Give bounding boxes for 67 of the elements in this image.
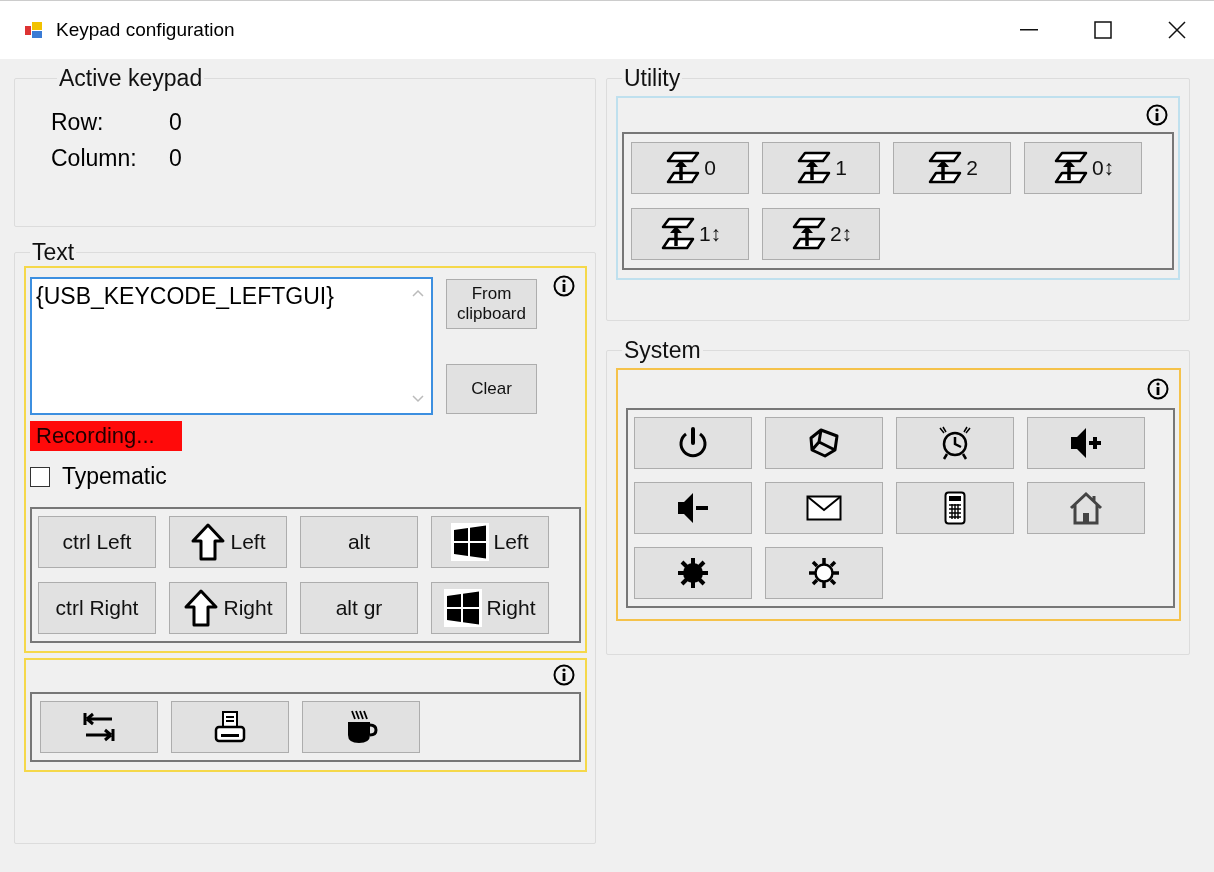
calculator-icon (944, 491, 966, 525)
outline-sun-icon (807, 556, 841, 590)
modifier-key-button[interactable]: alt (300, 516, 418, 568)
modifier-key-button[interactable]: ctrl Left (38, 516, 156, 568)
layer-key-button[interactable]: 2 (893, 142, 1011, 194)
alarm-clock-icon (937, 425, 973, 461)
checkbox-label: Typematic (62, 463, 167, 490)
volume-down-icon (675, 491, 711, 525)
mail-key-button[interactable] (765, 482, 883, 534)
text-button[interactable]: Clear (446, 364, 537, 414)
shift-arrow-icon (190, 522, 227, 562)
field-value: 0 (169, 144, 182, 173)
minimize-icon[interactable] (1020, 29, 1038, 31)
layer-key-button[interactable]: 1 (762, 142, 880, 194)
power-key-button[interactable] (634, 417, 752, 469)
volume-up-icon (1068, 426, 1104, 460)
alarm-key-button[interactable] (896, 417, 1014, 469)
window-title: Keypad configuration (56, 19, 235, 41)
filled-sun-icon (676, 556, 710, 590)
brightness-down-key-button[interactable] (765, 547, 883, 599)
volume-up-key-button[interactable] (1027, 417, 1145, 469)
modifier-key-button[interactable]: alt gr (300, 582, 418, 634)
group-title: Text (31, 239, 76, 266)
calculator-key-button[interactable] (896, 482, 1014, 534)
house-icon (1068, 491, 1104, 525)
group-title: Active keypad (58, 65, 204, 92)
text-button[interactable]: From clipboard (446, 279, 537, 329)
tab-arrows-icon (82, 710, 116, 744)
layer-key-button[interactable]: 2↕ (762, 208, 880, 260)
group-title: System (623, 337, 702, 364)
info-icon[interactable] (1147, 378, 1169, 400)
layer-key-button[interactable]: 1↕ (631, 208, 749, 260)
printer-icon (213, 710, 247, 744)
modifier-key-button[interactable]: ctrl Right (38, 582, 156, 634)
info-icon[interactable] (1146, 104, 1168, 126)
windows-logo-icon (444, 589, 483, 627)
maximize-icon[interactable] (1094, 21, 1112, 39)
volume-down-key-button[interactable] (634, 482, 752, 534)
layer-key-button[interactable]: 0↕ (1024, 142, 1142, 194)
group-title: Utility (623, 65, 682, 92)
cube-icon (807, 426, 841, 460)
layers-arrow-icon (664, 151, 701, 185)
brightness-up-key-button[interactable] (634, 547, 752, 599)
tab-key-button[interactable] (40, 701, 158, 753)
modifier-key-button[interactable]: Left (169, 516, 287, 568)
app-icon (24, 20, 44, 40)
field-label: Column: (51, 144, 138, 173)
envelope-icon (806, 495, 842, 521)
home-key-button[interactable] (1027, 482, 1145, 534)
recording-status: Recording... (30, 421, 182, 451)
layers-arrow-icon (926, 151, 963, 185)
shift-arrow-icon (183, 588, 220, 628)
field-label: Row: (51, 108, 105, 137)
info-icon[interactable] (553, 664, 575, 686)
typematic-checkbox[interactable] (30, 466, 50, 487)
layer-key-button[interactable]: 0 (631, 142, 749, 194)
windows-logo-icon (451, 523, 490, 561)
modifier-key-button[interactable]: Left (431, 516, 549, 568)
close-icon[interactable] (1168, 21, 1186, 39)
field-value: 0 (169, 108, 182, 137)
layers-arrow-icon (795, 151, 832, 185)
info-icon[interactable] (553, 275, 575, 297)
modifier-key-button[interactable]: Right (431, 582, 549, 634)
modifier-key-button[interactable]: Right (169, 582, 287, 634)
coffee-key-button[interactable] (302, 701, 420, 753)
sleep-key-button[interactable] (765, 417, 883, 469)
printer-key-button[interactable] (171, 701, 289, 753)
